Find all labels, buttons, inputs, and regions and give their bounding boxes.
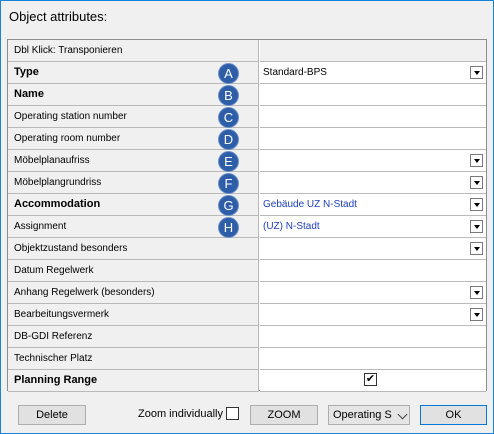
dropdown-arrow-icon[interactable] (470, 154, 483, 167)
callout-badge: C (218, 107, 239, 128)
planning-range-checkbox[interactable]: ✔ (364, 373, 377, 386)
attribute-value[interactable] (260, 172, 486, 194)
zoom-button[interactable]: ZOOM (250, 405, 318, 425)
attribute-value[interactable] (260, 106, 486, 128)
attribute-row[interactable]: Accommodation G Gebäude UZ N-Stadt (8, 194, 486, 216)
delete-button[interactable]: Delete (18, 405, 86, 425)
callout-badge: H (218, 217, 239, 238)
attribute-row[interactable]: Operating station number C (8, 106, 486, 128)
dropdown-arrow-icon[interactable] (470, 66, 483, 79)
attribute-value[interactable] (260, 40, 486, 62)
attribute-row[interactable]: Technischer Platz (8, 348, 486, 370)
chevron-down-icon (397, 409, 408, 420)
attribute-row[interactable]: Objektzustand besonders (8, 238, 486, 260)
dropdown-arrow-icon[interactable] (470, 308, 483, 321)
operating-select-value: Operating S (333, 409, 392, 421)
attribute-label: Objektzustand besonders (8, 238, 259, 260)
attribute-row[interactable]: Planning Range ✔ (8, 370, 486, 392)
attribute-row[interactable]: Name B (8, 84, 486, 106)
attribute-value[interactable]: (UZ) N-Stadt (260, 216, 486, 238)
attribute-value[interactable] (260, 282, 486, 304)
attribute-label: Planning Range (8, 370, 259, 392)
attribute-value-text: (UZ) N-Stadt (263, 221, 320, 232)
attribute-value-text: Standard-BPS (263, 67, 327, 78)
attribute-row[interactable]: Bearbeitungsvermerk (8, 304, 486, 326)
callout-badge: B (218, 85, 239, 106)
dropdown-arrow-icon[interactable] (470, 220, 483, 233)
callout-badge: A (218, 63, 239, 84)
attribute-value[interactable]: Gebäude UZ N-Stadt (260, 194, 486, 216)
callout-badge: E (218, 151, 239, 172)
attribute-row[interactable]: DB-GDI Referenz (8, 326, 486, 348)
zoom-individually-checkbox[interactable] (226, 407, 239, 420)
attribute-row[interactable]: Type A Standard-BPS (8, 62, 486, 84)
attribute-label: Dbl Klick: Transponieren (8, 40, 259, 62)
attribute-label: DB-GDI Referenz (8, 326, 259, 348)
attribute-row[interactable]: Assignment H (UZ) N-Stadt (8, 216, 486, 238)
attribute-row[interactable]: Anhang Regelwerk (besonders) (8, 282, 486, 304)
attribute-row[interactable]: Operating room number D (8, 128, 486, 150)
attribute-value[interactable] (260, 128, 486, 150)
attribute-row[interactable]: Dbl Klick: Transponieren (8, 40, 486, 62)
attribute-value[interactable] (260, 150, 486, 172)
dialog-title: Object attributes: (9, 9, 108, 24)
dropdown-arrow-icon[interactable] (470, 286, 483, 299)
attribute-value[interactable] (260, 304, 486, 326)
ok-button[interactable]: OK (420, 405, 487, 425)
attribute-label: Anhang Regelwerk (besonders) (8, 282, 259, 304)
attribute-value-text: Gebäude UZ N-Stadt (263, 199, 357, 210)
callout-badge: D (218, 129, 239, 150)
attribute-row[interactable]: Datum Regelwerk (8, 260, 486, 282)
dropdown-arrow-icon[interactable] (470, 176, 483, 189)
dropdown-arrow-icon[interactable] (470, 242, 483, 255)
attribute-label: Datum Regelwerk (8, 260, 259, 282)
attribute-value[interactable]: ✔ (260, 370, 486, 392)
attribute-row[interactable]: Möbelplanaufriss E (8, 150, 486, 172)
zoom-individually-label: Zoom individually (138, 408, 223, 420)
attribute-value[interactable] (260, 260, 486, 282)
attribute-label: Technischer Platz (8, 348, 259, 370)
attribute-value[interactable]: Standard-BPS (260, 62, 486, 84)
attribute-grid: Dbl Klick: Transponieren Type A Standard-BP… (7, 39, 487, 392)
dropdown-arrow-icon[interactable] (470, 198, 483, 211)
attribute-value[interactable] (260, 238, 486, 260)
attribute-row[interactable]: Möbelplangrundriss F (8, 172, 486, 194)
attribute-value[interactable] (260, 326, 486, 348)
attribute-value[interactable] (260, 84, 486, 106)
attribute-label: Bearbeitungsvermerk (8, 304, 259, 326)
callout-badge: G (218, 195, 239, 216)
callout-badge: F (218, 173, 239, 194)
attribute-value[interactable] (260, 348, 486, 370)
operating-select[interactable]: Operating S (328, 405, 410, 425)
object-attributes-dialog: Object attributes: Dbl Klick: Transponie… (0, 0, 494, 434)
